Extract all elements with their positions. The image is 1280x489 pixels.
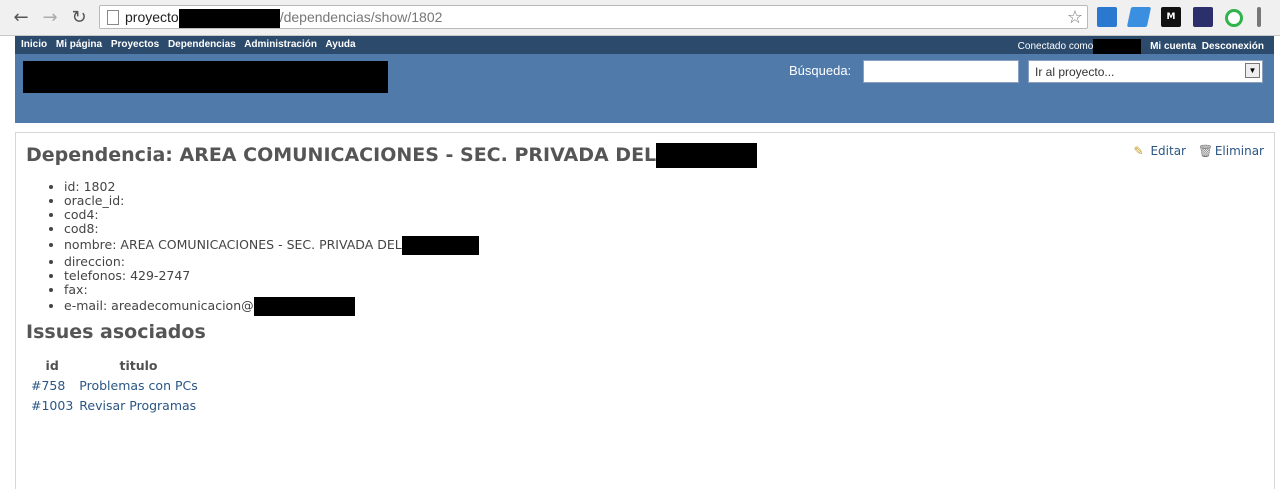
extension-green-circle-icon[interactable] xyxy=(1225,9,1243,27)
project-jump-select[interactable]: Ir al proyecto... ▼ xyxy=(1028,60,1263,83)
issue-title-link[interactable]: Problemas con PCs xyxy=(76,375,200,395)
page-title-text: Dependencia: AREA COMUNICACIONES - SEC. … xyxy=(26,144,657,166)
logout-link[interactable]: Desconexión xyxy=(1202,41,1264,52)
edit-link[interactable]: Editar xyxy=(1150,144,1186,158)
table-row: #1003 Revisar Programas xyxy=(28,395,201,415)
detail-oracle-id: oracle_id: xyxy=(64,194,479,208)
redacted-block xyxy=(401,236,479,255)
detail-nombre: nombre: AREA COMUNICACIONES - SEC. PRIVA… xyxy=(64,236,479,255)
menu-icon[interactable] xyxy=(1257,7,1261,27)
issue-title-link[interactable]: Revisar Programas xyxy=(76,395,200,415)
address-bar[interactable]: proyecto/dependencias/show/1802 ☆ xyxy=(99,5,1088,29)
search-input[interactable] xyxy=(863,60,1019,83)
issue-id-link[interactable]: #1003 xyxy=(28,395,76,415)
details-list: id: 1802 oracle_id: cod4: cod8: nombre: … xyxy=(46,180,479,316)
detail-cod8: cod8: xyxy=(64,222,479,236)
my-account-link[interactable]: Mi cuenta xyxy=(1150,41,1196,52)
issue-id-link[interactable]: #758 xyxy=(28,375,76,395)
menu-dependencias[interactable]: Dependencias xyxy=(168,39,236,50)
detail-direccion: direccion: xyxy=(64,255,479,269)
redacted-block xyxy=(253,297,355,316)
trash-icon: 🗑 xyxy=(1197,144,1214,158)
detail-email: e-mail: areadecomunicacion@ xyxy=(64,297,479,316)
redacted-username xyxy=(1093,39,1142,54)
delete-link[interactable]: Eliminar xyxy=(1215,144,1264,158)
detail-cod4: cod4: xyxy=(64,208,479,222)
menu-proyectos[interactable]: Proyectos xyxy=(111,39,159,50)
menu-inicio[interactable]: Inicio xyxy=(21,39,47,50)
forward-arrow-icon[interactable]: → xyxy=(39,6,61,28)
table-row: #758 Problemas con PCs xyxy=(28,375,201,395)
chevron-down-icon[interactable]: ▼ xyxy=(1245,63,1260,78)
bookmark-star-icon[interactable]: ☆ xyxy=(1067,7,1083,28)
redacted-block xyxy=(178,9,280,28)
pencil-icon: ✎ xyxy=(1133,144,1144,158)
redacted-site-title xyxy=(23,61,388,93)
menu-administracion[interactable]: Administración xyxy=(244,39,317,50)
detail-nombre-text: nombre: AREA COMUNICACIONES - SEC. PRIVA… xyxy=(64,237,402,252)
url-text: proyecto/dependencias/show/1802 xyxy=(125,9,442,28)
issues-title: Issues asociados xyxy=(26,321,206,343)
extension-photo-icon[interactable] xyxy=(1193,7,1213,27)
extension-share-icon[interactable] xyxy=(1097,7,1117,27)
detail-id: id: 1802 xyxy=(64,180,479,194)
url-path: /dependencias/show/1802 xyxy=(279,9,443,26)
detail-fax: fax: xyxy=(64,283,479,297)
url-host: proyecto xyxy=(125,9,179,26)
logged-as-label: Conectado como xyxy=(1017,41,1094,53)
back-arrow-icon[interactable]: ← xyxy=(10,6,32,28)
detail-email-text: e-mail: areadecomunicacion@ xyxy=(64,298,254,313)
main-content: Dependencia: AREA COMUNICACIONES - SEC. … xyxy=(15,132,1275,489)
extension-m-icon[interactable]: M xyxy=(1161,7,1181,27)
page-icon xyxy=(107,10,119,25)
extension-stripe-icon[interactable] xyxy=(1126,7,1152,27)
project-jump-value: Ir al proyecto... xyxy=(1035,65,1115,79)
detail-telefonos: telefonos: 429-2747 xyxy=(64,269,479,283)
redacted-block xyxy=(656,143,758,168)
contextual-actions: ✎ Editar 🗑 Eliminar xyxy=(1129,144,1264,158)
search-label: Búsqueda: xyxy=(789,63,852,78)
page-title: Dependencia: AREA COMUNICACIONES - SEC. … xyxy=(26,143,758,168)
menu-mi-pagina[interactable]: Mi página xyxy=(56,39,102,50)
top-menu: Inicio Mi página Proyectos Dependencias … xyxy=(15,36,1274,54)
column-header-id: id xyxy=(45,358,59,373)
column-header-titulo: titulo xyxy=(119,358,158,373)
reload-icon[interactable]: ↻ xyxy=(68,6,90,28)
issues-table: id titulo #758 Problemas con PCs #1003 R… xyxy=(28,356,201,415)
browser-toolbar: ← → ↻ proyecto/dependencias/show/1802 ☆ … xyxy=(0,0,1280,36)
header: Búsqueda: Ir al proyecto... ▼ xyxy=(15,54,1274,123)
menu-ayuda[interactable]: Ayuda xyxy=(325,39,355,50)
